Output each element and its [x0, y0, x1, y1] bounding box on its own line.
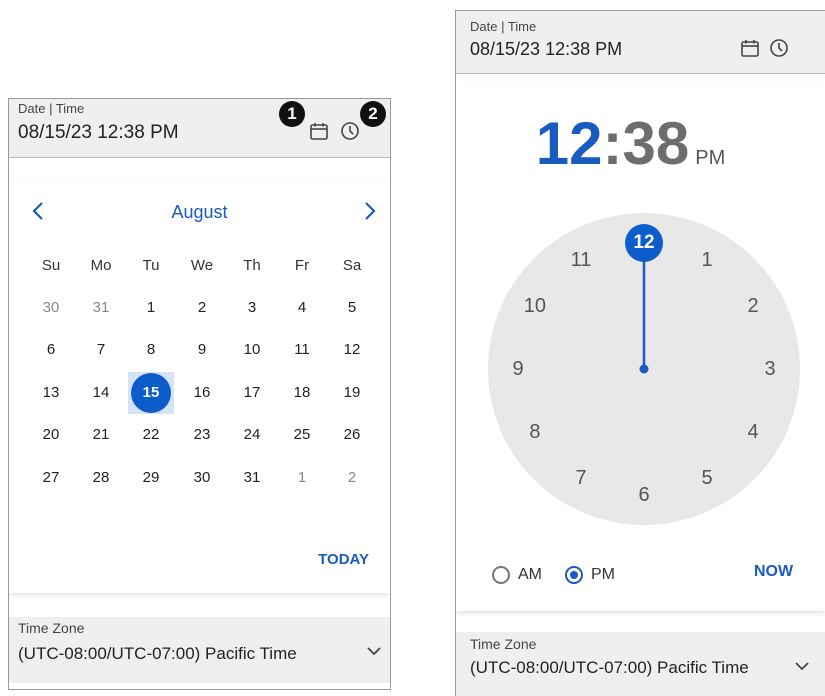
- weekday-label: Fr: [294, 257, 310, 274]
- clock-icon[interactable]: [340, 121, 360, 146]
- timezone-field[interactable]: Time Zone (UTC-08:00/UTC-07:00) Pacific …: [456, 632, 825, 696]
- clock-center-dot: [639, 364, 649, 374]
- clock-number-12[interactable]: 12: [629, 228, 659, 258]
- day-cell[interactable]: 6: [31, 330, 71, 370]
- day-cell[interactable]: 12: [332, 330, 372, 370]
- day-cell[interactable]: 30: [31, 288, 71, 328]
- day-cell[interactable]: 24: [232, 415, 272, 455]
- datetime-field-value: 08/15/23 12:38 PM: [18, 122, 179, 143]
- clock-number-1[interactable]: 1: [692, 245, 722, 275]
- day-cell[interactable]: 17: [232, 373, 272, 413]
- day-cell[interactable]: 10: [232, 330, 272, 370]
- time-picker-panel: Date | Time 08/15/23 12:38 PM 12:38 PM 12…: [455, 10, 825, 696]
- am-radio-button[interactable]: [492, 566, 510, 584]
- calendar-icon[interactable]: [309, 121, 329, 146]
- timezone-field-label: Time Zone: [18, 620, 85, 636]
- day-cell[interactable]: 31: [81, 288, 121, 328]
- day-cell[interactable]: 20: [31, 415, 71, 455]
- day-cell[interactable]: 28: [81, 458, 121, 498]
- day-cell[interactable]: 21: [81, 415, 121, 455]
- am-radio-label: AM: [518, 566, 542, 583]
- weekday-label: Mo: [90, 257, 112, 274]
- day-cell[interactable]: 25: [282, 415, 322, 455]
- datetime-field-value: 08/15/23 12:38 PM: [470, 39, 623, 59]
- timezone-field-value: (UTC-08:00/UTC-07:00) Pacific Time: [470, 658, 749, 677]
- day-cell[interactable]: 1: [282, 458, 322, 498]
- day-cell[interactable]: 27: [31, 458, 71, 498]
- weekday-label: Th: [243, 257, 261, 274]
- pm-radio-button[interactable]: [565, 566, 583, 584]
- day-cell[interactable]: 29: [131, 458, 171, 498]
- datetime-field[interactable]: Date | Time 08/15/23 12:38 PM: [456, 11, 825, 74]
- day-cell[interactable]: 1: [131, 288, 171, 328]
- day-cell[interactable]: 18: [282, 373, 322, 413]
- date-picker-panel: Date | Time 08/15/23 12:38 PM August Su M…: [8, 98, 391, 690]
- chevron-down-icon[interactable]: [366, 644, 382, 662]
- callout-badge-2: 2: [360, 101, 386, 127]
- today-button[interactable]: TODAY: [318, 551, 369, 568]
- day-cell[interactable]: 8: [131, 330, 171, 370]
- day-cell[interactable]: 14: [81, 373, 121, 413]
- callout-badge-1: 1: [279, 101, 305, 127]
- weekday-label: Tu: [142, 257, 160, 274]
- clock-number-2[interactable]: 2: [738, 291, 768, 321]
- clock-number-10[interactable]: 10: [520, 291, 550, 321]
- day-cell[interactable]: 30: [182, 458, 222, 498]
- day-cell[interactable]: 31: [232, 458, 272, 498]
- day-cell[interactable]: 2: [332, 458, 372, 498]
- am-radio[interactable]: AM: [492, 566, 542, 584]
- clock-number-7[interactable]: 7: [566, 463, 596, 493]
- day-cell[interactable]: 5: [332, 288, 372, 328]
- day-cell[interactable]: 23: [182, 415, 222, 455]
- day-cell[interactable]: 26: [332, 415, 372, 455]
- day-cell[interactable]: 22: [131, 415, 171, 455]
- day-cell[interactable]: 9: [182, 330, 222, 370]
- datetime-field-label: Date | Time: [470, 19, 537, 34]
- calendar-icon[interactable]: [740, 38, 760, 63]
- clock-number-9[interactable]: 9: [503, 354, 533, 384]
- month-label: August: [171, 202, 228, 222]
- chevron-down-icon[interactable]: [794, 659, 810, 677]
- clock-icon[interactable]: [769, 38, 789, 63]
- timezone-field-value: (UTC-08:00/UTC-07:00) Pacific Time: [18, 644, 297, 663]
- clock-number-4[interactable]: 4: [738, 417, 768, 447]
- clock-number-8[interactable]: 8: [520, 417, 550, 447]
- chevron-right-icon[interactable]: [363, 201, 377, 226]
- calendar-card: August Su Mo Tu We Th Fr Sa 30 31 1 2 3 4 5 6 7 8 9 10 11 1…: [9, 177, 390, 593]
- day-cell[interactable]: 4: [282, 288, 322, 328]
- clock-number-6[interactable]: 6: [629, 480, 659, 510]
- day-cell[interactable]: 2: [182, 288, 222, 328]
- day-cell[interactable]: 11: [282, 330, 322, 370]
- selected-day-cell[interactable]: 15: [131, 373, 171, 413]
- clock-number-3[interactable]: 3: [755, 354, 785, 384]
- day-cell[interactable]: 13: [31, 373, 71, 413]
- clock-face[interactable]: [456, 81, 825, 611]
- timezone-field-label: Time Zone: [470, 636, 537, 652]
- day-cell[interactable]: 7: [81, 330, 121, 370]
- datetime-field[interactable]: Date | Time 08/15/23 12:38 PM: [9, 99, 390, 158]
- clock-number-11[interactable]: 11: [566, 245, 596, 275]
- clock-number-5[interactable]: 5: [692, 463, 722, 493]
- day-cell[interactable]: 3: [232, 288, 272, 328]
- datetime-field-label: Date | Time: [18, 101, 85, 116]
- pm-radio[interactable]: PM: [565, 566, 615, 584]
- timezone-field[interactable]: Time Zone (UTC-08:00/UTC-07:00) Pacific …: [9, 617, 390, 683]
- day-cell[interactable]: 19: [332, 373, 372, 413]
- day-cell[interactable]: 16: [182, 373, 222, 413]
- time-card: 12:38 PM 12 1 2 3 4 5 6 7 8 9 10 11 AM PM NOW: [456, 81, 825, 611]
- weekday-label: We: [190, 257, 214, 274]
- pm-radio-label: PM: [591, 566, 615, 583]
- weekday-label: Sa: [342, 257, 362, 274]
- weekday-label: Su: [41, 257, 61, 274]
- now-button[interactable]: NOW: [754, 563, 793, 581]
